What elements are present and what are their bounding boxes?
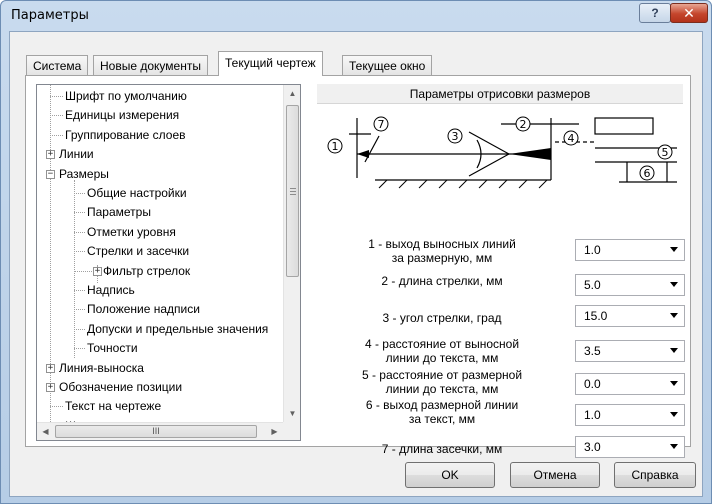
tree-item[interactable]: Допуски и предельные значения	[87, 320, 268, 339]
scroll-corner	[283, 422, 300, 440]
diagram-number-3: 3	[452, 130, 459, 143]
diagram-number-2: 2	[520, 118, 527, 131]
expand-icon[interactable]: +	[46, 383, 55, 392]
ok-button[interactable]: OK	[405, 462, 495, 488]
tree-item[interactable]: Отметки уровня	[87, 223, 176, 242]
param-7-combo[interactable]: 3.0	[575, 436, 685, 458]
param-2-combo[interactable]: 5.0	[575, 274, 685, 296]
tree-guide-line	[74, 231, 85, 233]
chevron-down-icon	[670, 313, 678, 318]
chevron-down-icon	[670, 412, 678, 417]
scroll-right-arrow-icon[interactable]: ▶	[266, 423, 283, 440]
tab-panel: Шрифт по умолчанию Единицы измерения Групп…	[25, 75, 691, 458]
expand-icon[interactable]: +	[93, 266, 102, 276]
chevron-down-icon	[670, 381, 678, 386]
tree-item[interactable]: Положение надписи	[87, 300, 200, 319]
tree-guide-line	[50, 96, 63, 97]
close-button[interactable]: ✕	[670, 3, 708, 23]
dialog-window: Параметры ? ✕ Система Новые документы Те…	[0, 0, 712, 504]
chevron-down-icon	[670, 444, 678, 449]
title-bar[interactable]: Параметры ? ✕	[1, 1, 711, 31]
tree-guide-line	[74, 309, 85, 311]
tab-current-drawing[interactable]: Текущий чертеж	[218, 51, 323, 76]
diagram-number-7: 7	[378, 118, 385, 131]
collapse-icon[interactable]: −	[46, 169, 55, 179]
tree-item[interactable]: Единицы измерения	[65, 106, 179, 125]
tree-item[interactable]: Параметры	[87, 203, 151, 222]
question-icon: ?	[651, 6, 659, 20]
tab-system[interactable]: Система	[26, 55, 89, 75]
tree-item[interactable]: Общие настройки	[87, 184, 187, 203]
diagram-number-1: 1	[332, 140, 339, 153]
tree-item[interactable]: Шрифт по умолчанию	[65, 87, 187, 106]
param-5-combo[interactable]: 0.0	[575, 373, 685, 395]
tree-guide-line	[50, 115, 63, 117]
help-title-button[interactable]: ?	[639, 3, 671, 23]
arrowhead-shape	[357, 150, 369, 158]
param-4-combo[interactable]: 3.5	[575, 340, 685, 362]
help-button[interactable]: Справка	[614, 462, 696, 488]
chevron-down-icon	[670, 348, 678, 353]
tab-current-window[interactable]: Текущее окно	[342, 55, 433, 75]
arrowhead-shape	[509, 148, 551, 160]
scroll-down-arrow-icon[interactable]: ▼	[284, 405, 300, 422]
dialog-body: Система Новые документы Текущий чертеж Т…	[9, 31, 703, 497]
param-2-label: 2 - длина стрелки, мм	[381, 274, 503, 288]
scroll-up-arrow-icon[interactable]: ▲	[284, 85, 300, 102]
dimension-diagram: 1 2 3 4 5 6 7	[327, 116, 677, 189]
window-title: Параметры	[11, 8, 89, 23]
settings-tree[interactable]: Шрифт по умолчанию Единицы измерения Групп…	[36, 84, 301, 441]
tab-new-documents[interactable]: Новые документы	[93, 55, 208, 75]
tree-vertical-scrollbar[interactable]: ▲ ▼	[283, 85, 300, 422]
param-3-combo[interactable]: 15.0	[575, 305, 685, 327]
diagram-number-4: 4	[568, 132, 575, 145]
tree-item[interactable]: Группирование слоев	[65, 126, 186, 145]
tree-guide-line	[50, 134, 63, 136]
grip-line	[290, 194, 296, 195]
grip-line	[290, 188, 296, 189]
param-1-combo[interactable]: 1.0	[575, 239, 685, 261]
tree-guide-line	[74, 180, 75, 358]
tree-guide-line	[50, 406, 63, 408]
expand-icon[interactable]: +	[46, 150, 55, 160]
diagram-number-5: 5	[662, 146, 669, 159]
tree-guide-line	[74, 328, 85, 330]
param-1-label: 1 - выход выносных линий за размерную, м…	[368, 237, 516, 265]
grip-line	[290, 191, 296, 192]
tree-guide-line	[74, 212, 85, 214]
tree-item[interactable]: Надпись	[87, 281, 135, 300]
param-6-combo[interactable]: 1.0	[575, 404, 685, 426]
param-6-label: 6 - выход размерной линии за текст, мм	[365, 398, 519, 426]
param-5-label: 5 - расстояние от размерной линии до тек…	[361, 368, 523, 396]
tree-item[interactable]: Линия-выноска	[59, 359, 144, 378]
horizontal-scroll-thumb[interactable]: III	[55, 425, 257, 438]
tree-item[interactable]: Размеры	[59, 165, 109, 184]
vertical-scroll-thumb[interactable]	[286, 105, 299, 277]
tree-content: Шрифт по умолчанию Единицы измерения Групп…	[37, 85, 283, 422]
tree-horizontal-scrollbar[interactable]: ◀ III ▶	[37, 422, 283, 440]
cancel-button[interactable]: Отмена	[510, 462, 600, 488]
chevron-down-icon	[670, 282, 678, 287]
expand-icon[interactable]: +	[46, 363, 55, 373]
tree-guide-line	[74, 251, 85, 253]
diagram-number-6: 6	[644, 167, 651, 180]
tree-item[interactable]: Стрелки и засечки	[87, 242, 189, 261]
param-4-label: 4 - расстояние от выносной линии до текс…	[364, 337, 520, 365]
tree-guide-line	[74, 193, 85, 194]
tree-guide-line	[74, 348, 85, 350]
close-icon: ✕	[683, 4, 695, 21]
group-title: Параметры отрисовки размеров	[317, 84, 683, 104]
tree-item[interactable]: Фильтр стрелок	[103, 262, 190, 281]
chevron-down-icon	[670, 247, 678, 252]
param-3-label: 3 - угол стрелки, град	[382, 311, 502, 325]
tree-item[interactable]: Точности	[87, 339, 138, 358]
tree-guide-line	[74, 290, 85, 291]
tree-item[interactable]: Обозначение позиции	[59, 378, 182, 397]
tree-guide-line	[74, 270, 92, 272]
tree-item[interactable]: Текст на чертеже	[65, 397, 161, 416]
scroll-left-arrow-icon[interactable]: ◀	[37, 423, 54, 440]
tree-item[interactable]: Линии	[59, 145, 94, 164]
param-7-label: 7 - длина засечки, мм	[381, 442, 503, 456]
